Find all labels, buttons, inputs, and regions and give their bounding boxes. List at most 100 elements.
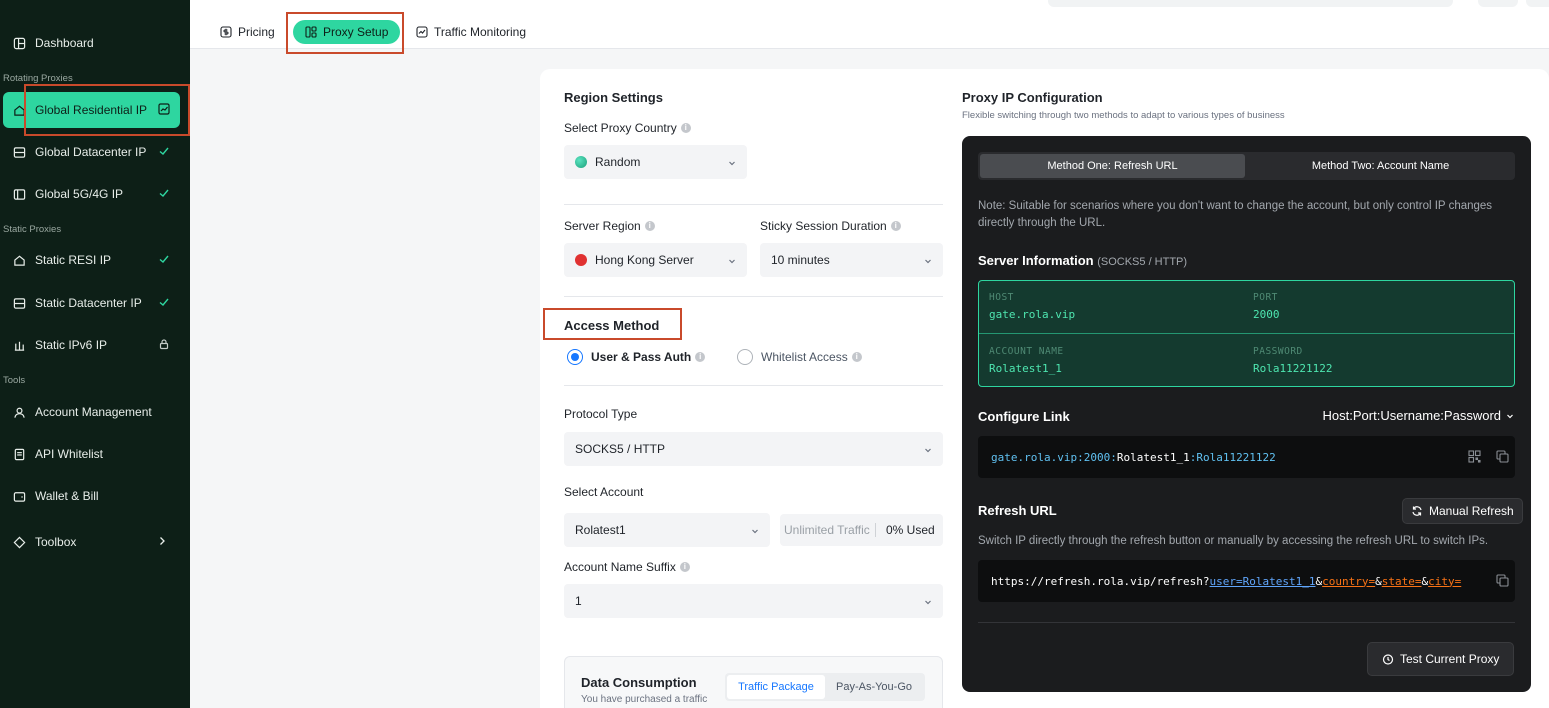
port-value[interactable]: 2000 — [1253, 308, 1280, 321]
chevron-down-icon — [750, 525, 760, 535]
sidebar-item-global-datacenter[interactable]: Global Datacenter IP — [0, 134, 190, 170]
section-rotating-proxies: Rotating Proxies — [3, 73, 73, 84]
sidebar-item-static-ipv6[interactable]: Static IPv6 IP — [0, 327, 190, 363]
account-select[interactable]: Rolatest1 — [564, 513, 770, 547]
divider — [564, 204, 943, 205]
section-tools: Tools — [3, 375, 26, 386]
server-region-label-text: Server Region — [564, 219, 641, 233]
url-amp: & — [1315, 574, 1323, 588]
test-current-proxy-button[interactable]: Test Current Proxy — [1367, 642, 1515, 676]
sticky-session-label: Sticky Session Duration i — [760, 219, 901, 233]
sidebar-item-label: Global Residential IP — [35, 103, 148, 117]
top-avatar-button[interactable] — [1526, 0, 1549, 7]
sidebar-item-account-management[interactable]: Account Management — [0, 394, 190, 430]
top-search-bar[interactable] — [1048, 0, 1453, 7]
method-note: Note: Suitable for scenarios where you d… — [978, 200, 1493, 229]
chart-icon — [158, 103, 170, 115]
globe-icon — [575, 156, 587, 168]
server-icon — [12, 296, 26, 310]
host-key: HOST — [989, 292, 1014, 303]
link-separator: : — [1189, 450, 1197, 464]
link-format-value: Host:Port:Username:Password — [1322, 408, 1501, 423]
sidebar-item-api-whitelist[interactable]: API Whitelist — [0, 436, 190, 472]
manual-refresh-label: Manual Refresh — [1429, 504, 1514, 518]
refresh-description: Switch IP directly through the refresh b… — [978, 535, 1489, 547]
sidebar-item-static-resi[interactable]: Static RESI IP — [0, 242, 190, 278]
password-value[interactable]: Rola11221122 — [1253, 362, 1332, 375]
refresh-url-box[interactable]: https://refresh.rola.vip/refresh? user=Ro… — [978, 560, 1515, 602]
country-value: Random — [595, 155, 641, 169]
radio-checked[interactable] — [567, 349, 583, 365]
configure-link-box[interactable]: gate.rola.vip:2000: Rolatest1_1: Rola11221… — [978, 436, 1515, 478]
account-value: Rolatest1 — [575, 523, 626, 537]
sidebar-item-toolbox[interactable]: Toolbox — [0, 524, 190, 560]
suffix-label: Account Name Suffix i — [564, 560, 690, 574]
sidebar-item-label: Static IPv6 IP — [35, 338, 108, 352]
server-info-title-text: Server Information — [978, 253, 1094, 268]
link-format-select[interactable]: Host:Port:Username:Password — [1323, 408, 1515, 423]
timer-icon — [1382, 654, 1394, 665]
tab-label: Pricing — [238, 25, 275, 39]
divider — [979, 333, 1514, 334]
tab-method-two[interactable]: Method Two: Account Name — [1248, 154, 1513, 178]
manual-refresh-button[interactable]: Manual Refresh — [1402, 498, 1523, 524]
url-param-state: state= — [1381, 574, 1422, 588]
section-static-proxies: Static Proxies — [3, 224, 62, 235]
sidebar-item-label: Dashboard — [35, 36, 94, 50]
chevron-down-icon — [923, 255, 933, 265]
host-value[interactable]: gate.rola.vip — [989, 308, 1075, 321]
tab-pricing[interactable]: Pricing — [220, 20, 275, 44]
sidebar-item-label: API Whitelist — [35, 447, 104, 461]
divider — [564, 296, 943, 297]
qr-code-icon[interactable] — [1468, 450, 1481, 463]
data-consumption-panel: Data Consumption You have purchased a tr… — [564, 656, 943, 708]
tab-traffic-package[interactable]: Traffic Package — [727, 675, 825, 699]
copy-icon[interactable] — [1496, 450, 1509, 463]
server-region-select[interactable]: Hong Kong Server — [564, 243, 747, 277]
home-icon — [12, 253, 26, 267]
sidebar-item-global-5g4g[interactable]: Global 5G/4G IP — [0, 176, 190, 212]
info-icon[interactable]: i — [680, 123, 691, 133]
refresh-icon — [1412, 506, 1422, 516]
tab-method-one[interactable]: Method One: Refresh URL — [980, 154, 1245, 178]
tab-pay-as-you-go[interactable]: Pay-As-You-Go — [825, 675, 923, 699]
dollar-icon — [220, 26, 232, 38]
test-proxy-label: Test Current Proxy — [1400, 652, 1500, 666]
country-select[interactable]: Random — [564, 145, 747, 179]
radio-whitelist-access[interactable]: Whitelist Access i — [737, 349, 862, 365]
radio-unchecked[interactable] — [737, 349, 753, 365]
url-param-country: country= — [1322, 574, 1376, 588]
sidebar-item-label: Account Management — [35, 405, 152, 419]
info-icon[interactable]: i — [679, 562, 690, 572]
sidebar-item-static-datacenter[interactable]: Static Datacenter IP — [0, 285, 190, 321]
server-region-label: Server Region i — [564, 219, 655, 233]
sticky-session-select[interactable]: 10 minutes — [760, 243, 943, 277]
sidebar-item-label: Global 5G/4G IP — [35, 187, 124, 201]
radio-user-pass-auth[interactable]: User & Pass Auth i — [567, 349, 706, 365]
suffix-select[interactable]: 1 — [564, 584, 943, 618]
suffix-value: 1 — [575, 594, 582, 608]
user-icon — [12, 405, 26, 419]
tab-traffic-monitoring[interactable]: Traffic Monitoring — [416, 20, 526, 44]
info-icon[interactable]: i — [851, 352, 862, 362]
protocol-label: Protocol Type — [564, 407, 638, 421]
info-icon[interactable]: i — [890, 221, 901, 231]
radio-label: Whitelist Access — [761, 350, 848, 364]
info-icon[interactable]: i — [644, 221, 655, 231]
home-icon — [12, 103, 26, 117]
sidebar-item-label: Global Datacenter IP — [35, 145, 147, 159]
copy-icon[interactable] — [1496, 574, 1509, 587]
tab-proxy-setup[interactable]: Proxy Setup — [293, 20, 401, 44]
account-name-value[interactable]: Rolatest1_1 — [989, 362, 1062, 375]
info-icon[interactable]: i — [695, 352, 706, 362]
sidebar-item-dashboard[interactable]: Dashboard — [0, 25, 190, 61]
config-title: Proxy IP Configuration — [962, 90, 1103, 105]
server-region-value: Hong Kong Server — [595, 253, 694, 267]
sidebar-item-global-residential[interactable]: Global Residential IP — [3, 92, 180, 128]
sidebar-item-wallet-bill[interactable]: Wallet & Bill — [0, 478, 190, 514]
divider — [564, 385, 943, 386]
region-settings-title: Region Settings — [564, 90, 663, 105]
top-action-button[interactable] — [1478, 0, 1518, 7]
protocol-select[interactable]: SOCKS5 / HTTP — [564, 432, 943, 466]
configure-link-title: Configure Link — [978, 409, 1070, 424]
